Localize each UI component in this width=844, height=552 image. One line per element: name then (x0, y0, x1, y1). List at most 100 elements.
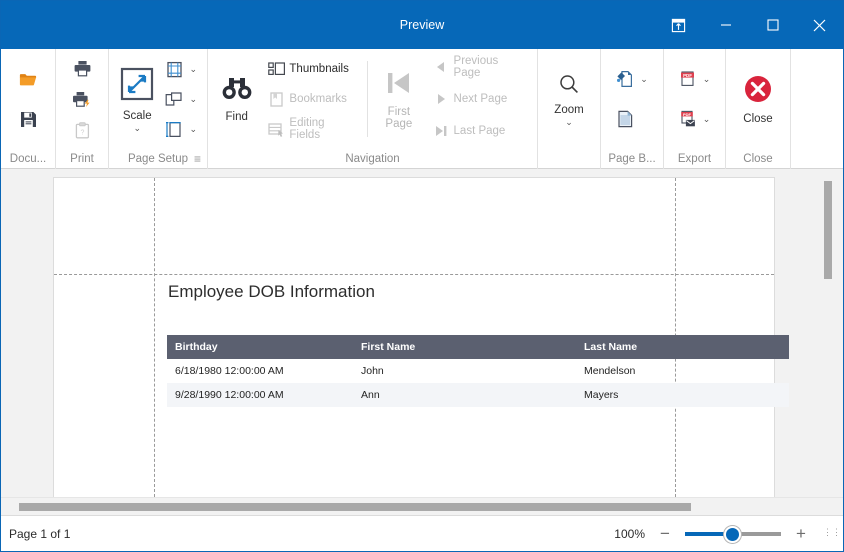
clipboard-icon: ? (73, 121, 91, 139)
previous-page-button[interactable]: Previous Page (428, 53, 531, 81)
svg-text:PDF: PDF (683, 73, 692, 78)
first-page-label: First Page (385, 105, 413, 130)
open-folder-icon (19, 70, 37, 88)
printer-icon (73, 59, 91, 77)
resize-grip-icon[interactable]: ⋮⋮ (823, 527, 841, 540)
next-page-button[interactable]: Next Page (428, 85, 531, 113)
save-document-button[interactable] (15, 104, 41, 134)
minimize-button[interactable] (702, 1, 749, 49)
horizontal-scrollbar-thumb[interactable] (19, 503, 691, 511)
next-page-icon (432, 90, 450, 108)
quick-print-button[interactable] (69, 85, 95, 113)
chevron-down-icon: ⌄ (702, 73, 711, 84)
editing-fields-icon (267, 120, 285, 138)
zoom-slider[interactable] (685, 524, 781, 544)
cell-birthday: 9/28/1990 12:00:00 AM (167, 383, 353, 407)
close-window-button[interactable] (796, 1, 843, 49)
bookmark-icon (267, 90, 285, 108)
page-viewport: Employee DOB Information Birthday First … (9, 177, 819, 497)
ribbon-group-navigation: Find Thumbnails Bookmarks Editing Fields… (208, 49, 538, 169)
close-preview-button[interactable]: Close (732, 49, 784, 149)
find-button[interactable]: Find (214, 49, 259, 149)
svg-text:?: ? (80, 129, 84, 136)
zoom-out-button[interactable]: − (655, 524, 675, 544)
previous-page-label: Previous Page (453, 55, 499, 79)
cell-first-name: John (361, 365, 384, 377)
orientation-icon (165, 90, 183, 108)
margins-button[interactable]: ⌄ (161, 55, 201, 83)
margin-guide-left (154, 178, 155, 497)
ribbon-group-zoom: Zoom ⌄ (538, 49, 601, 169)
table-header-row: Birthday First Name Last Name (167, 335, 789, 359)
ribbon-group-document: Docu... (1, 49, 56, 169)
ribbon-filler (791, 49, 843, 169)
watermark-button[interactable] (612, 105, 652, 133)
cell-first-name: Ann (353, 383, 576, 407)
last-page-button[interactable]: Last Page (428, 117, 531, 145)
first-page-icon (384, 69, 414, 102)
ribbon-toolbar: Docu... ? Print Scale ⌄ ⌄ ⌄ ⌄ Page Setup… (1, 49, 843, 169)
chevron-down-icon: ⌄ (702, 113, 711, 124)
close-circle-icon (743, 74, 773, 109)
ribbon-display-options-button[interactable] (655, 1, 702, 49)
page-setup-label-text: Page Setup (127, 153, 189, 165)
send-via-email-button[interactable]: PDF ⌄ (675, 105, 715, 133)
orientation-button[interactable]: ⌄ (161, 85, 201, 113)
horizontal-scrollbar[interactable] (1, 497, 843, 515)
editing-fields-button[interactable]: Editing Fields (263, 115, 361, 143)
chevron-down-icon: ⌄ (189, 93, 197, 104)
report-page[interactable]: Employee DOB Information Birthday First … (53, 177, 789, 497)
thumbnails-icon (267, 60, 285, 78)
print-button[interactable] (69, 54, 95, 82)
vertical-scrollbar[interactable] (821, 177, 835, 497)
chevron-down-icon: ⌄ (189, 123, 197, 134)
ribbon-group-label-navigation: Navigation (345, 153, 400, 165)
cell-last-name: Mayers (576, 383, 789, 407)
column-header-birthday: Birthday (167, 335, 353, 359)
cell-birthday: 6/18/1980 12:00:00 AM (175, 365, 284, 377)
magnifier-icon (558, 73, 580, 100)
maximize-button[interactable] (749, 1, 796, 49)
chevron-down-icon: ⌄ (189, 63, 197, 74)
thumbnails-button[interactable]: Thumbnails (263, 55, 361, 83)
preview-window: Preview Docu... ? Print Scale ⌄ ⌄ ⌄ ⌄ Pa… (0, 0, 844, 552)
status-bar: Page 1 of 1 100% − + ⋮⋮ (1, 515, 843, 551)
cell-last-name: Mendelson (584, 365, 636, 377)
minimize-icon (720, 24, 731, 26)
ribbon-group-print: ? Print (56, 49, 109, 169)
ribbon-group-label-page-background: Page B... (608, 153, 656, 165)
ribbon-group-label-document: Docu... (9, 153, 47, 165)
ribbon-group-label-page-setup: Page Setup ≡ (109, 149, 207, 169)
binoculars-icon (221, 76, 253, 107)
column-header-first-name: First Name (353, 335, 576, 359)
chevron-down-icon: ⌄ (640, 73, 648, 84)
scale-icon (120, 67, 154, 106)
bookmarks-button[interactable]: Bookmarks (263, 85, 361, 113)
page-color-button[interactable]: ⌄ (612, 65, 652, 93)
ribbon-group-page-background: ⌄ Page B... (601, 49, 664, 169)
vertical-scrollbar-thumb[interactable] (824, 181, 832, 279)
editing-fields-label: Editing Fields (289, 117, 325, 141)
zoom-in-button[interactable]: + (791, 524, 811, 544)
export-to-button[interactable]: PDF ⌄ (675, 65, 715, 93)
scale-button[interactable]: Scale ⌄ (115, 49, 159, 149)
zoom-slider-handle[interactable] (724, 525, 741, 543)
window-controls (655, 1, 843, 49)
print-options-button[interactable]: ? (69, 116, 95, 144)
ribbon-group-close: Close Close (726, 49, 791, 169)
ribbon-group-label-print: Print (70, 153, 94, 165)
open-document-button[interactable] (15, 64, 41, 94)
chevron-down-icon: ⌄ (133, 122, 141, 133)
zoom-percent-label: 100% (614, 526, 645, 541)
ribbon-group-label-zoom (538, 149, 600, 169)
title-bar: Preview (1, 1, 843, 49)
bookmarks-label: Bookmarks (289, 93, 347, 105)
page-setup-dialog-launcher[interactable]: ≡ (194, 150, 201, 168)
first-page-button[interactable]: First Page (374, 49, 423, 149)
maximize-icon (766, 19, 779, 31)
next-page-label: Next Page (453, 93, 508, 105)
zoom-button[interactable]: Zoom ⌄ (544, 49, 594, 149)
paper-size-button[interactable]: ⌄ (161, 115, 201, 143)
find-label: Find (225, 110, 248, 123)
chevron-down-icon: ⌄ (565, 116, 573, 127)
